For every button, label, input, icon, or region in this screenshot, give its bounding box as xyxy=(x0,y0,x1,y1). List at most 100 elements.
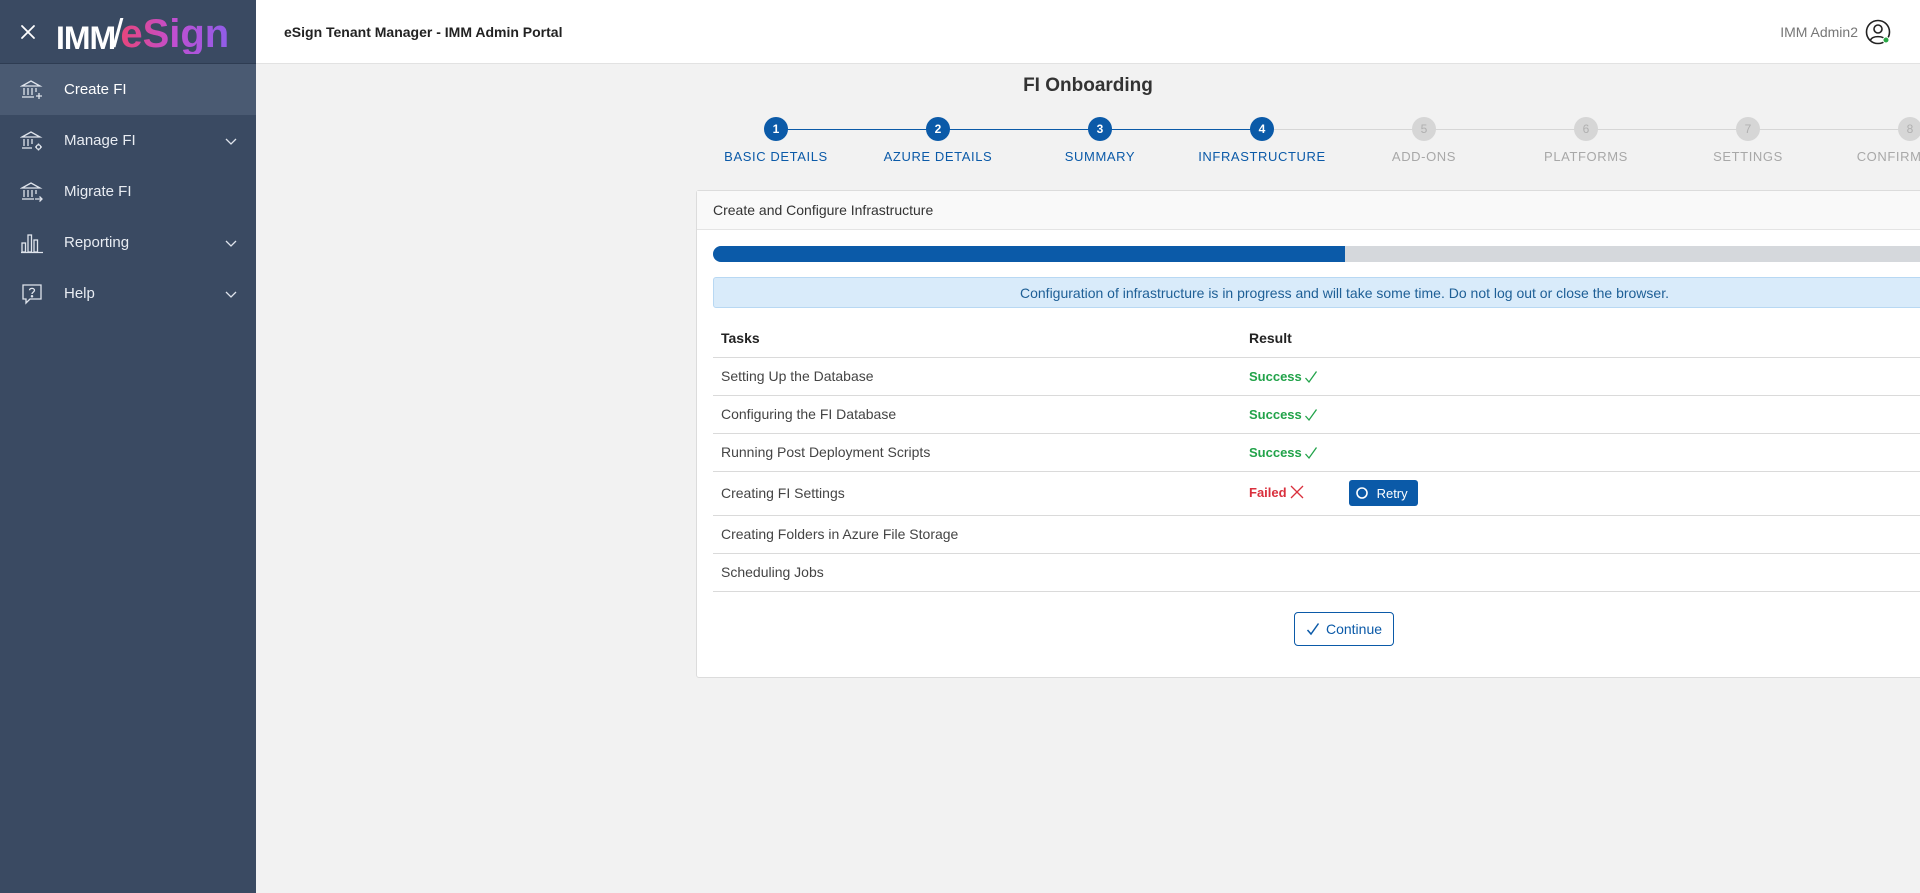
chevron-down-icon xyxy=(225,240,237,247)
sidebar-item-label: Migrate FI xyxy=(64,183,132,200)
sidebar: IMM / eSign Create FI Manage FI Migrate FI Re… xyxy=(0,0,256,893)
bar-chart-icon xyxy=(20,231,44,255)
step-label: AZURE DETAILS xyxy=(883,149,993,164)
step-platforms[interactable]: 6 PLATFORMS xyxy=(1506,114,1666,164)
card-title: Create and Configure Infrastructure xyxy=(697,191,1920,230)
step-label: ADD-ONS xyxy=(1391,149,1457,164)
sidebar-item-create-fi[interactable]: Create FI xyxy=(0,64,256,115)
check-icon xyxy=(1306,623,1320,636)
sidebar-item-manage-fi[interactable]: Manage FI xyxy=(0,115,256,166)
task-name: Running Post Deployment Scripts xyxy=(713,433,1241,472)
step-confirmation[interactable]: 8 CONFIRMATION xyxy=(1830,114,1920,164)
sidebar-header: IMM / eSign xyxy=(0,0,256,64)
top-bar: eSign Tenant Manager - IMM Admin Portal … xyxy=(256,0,1920,64)
task-result: Success xyxy=(1241,395,1920,434)
task-result: Failed Retry xyxy=(1241,471,1920,516)
progress-bar xyxy=(713,246,1920,262)
column-header-tasks: Tasks xyxy=(713,319,1241,358)
page-title: FI Onboarding xyxy=(1023,75,1153,96)
cross-icon xyxy=(1290,485,1304,499)
step-number: 7 xyxy=(1736,117,1760,141)
user-account-icon xyxy=(1865,19,1891,45)
step-label: SUMMARY xyxy=(1064,149,1136,164)
chevron-down-icon xyxy=(225,138,237,145)
check-icon xyxy=(1304,408,1317,421)
step-label: SETTINGS xyxy=(1713,149,1783,164)
task-name: Creating FI Settings xyxy=(713,471,1241,516)
sidebar-item-label: Help xyxy=(64,285,95,302)
retry-label: Retry xyxy=(1376,485,1408,501)
step-number: 4 xyxy=(1250,117,1274,141)
sidebar-nav: Create FI Manage FI Migrate FI Reporting Hel… xyxy=(0,64,256,319)
status-text: Success xyxy=(1249,445,1302,460)
sidebar-item-migrate-fi[interactable]: Migrate FI xyxy=(0,166,256,217)
user-name: IMM Admin2 xyxy=(1780,24,1858,40)
check-icon xyxy=(1304,446,1317,459)
user-menu[interactable]: IMM Admin2 xyxy=(1780,18,1892,46)
continue-button[interactable]: Continue xyxy=(1294,612,1394,646)
step-number: 2 xyxy=(926,117,950,141)
logo-prefix: IMM xyxy=(56,19,116,56)
table-header-row: Tasks Result xyxy=(713,319,1920,358)
sidebar-item-help[interactable]: Help xyxy=(0,268,256,319)
tasks-table: Tasks Result Setting Up the Database Succ… xyxy=(713,319,1920,592)
step-label: PLATFORMS xyxy=(1544,149,1628,164)
sidebar-item-label: Create FI xyxy=(64,81,127,98)
retry-button[interactable]: Retry xyxy=(1348,480,1418,506)
step-number: 1 xyxy=(764,117,788,141)
table-row: Scheduling Jobs xyxy=(713,553,1920,592)
step-basic-details[interactable]: 1 BASIC DETAILS xyxy=(696,114,856,164)
step-number: 6 xyxy=(1574,117,1598,141)
app-logo: IMM / eSign xyxy=(56,0,229,64)
refresh-icon xyxy=(1355,487,1368,499)
status-text: Success xyxy=(1249,407,1302,422)
step-azure-details[interactable]: 2 AZURE DETAILS xyxy=(858,114,1018,164)
status-badge: Success xyxy=(1249,445,1318,460)
sidebar-item-label: Reporting xyxy=(64,234,130,251)
chevron-down-icon xyxy=(225,291,237,298)
task-result: Success xyxy=(1241,433,1920,472)
logo-brand: eSign xyxy=(120,11,230,56)
onboarding-stepper: 1 BASIC DETAILS 2 AZURE DETAILS 3 SUMMARY 4 INF… xyxy=(696,114,1920,174)
check-icon xyxy=(1304,370,1317,383)
step-settings[interactable]: 7 SETTINGS xyxy=(1668,114,1828,164)
table-row: Running Post Deployment Scripts Success xyxy=(713,433,1920,472)
step-number: 5 xyxy=(1412,117,1436,141)
task-result xyxy=(1241,515,1920,554)
status-badge: Failed xyxy=(1249,484,1305,500)
task-name: Scheduling Jobs xyxy=(713,553,1241,592)
sidebar-item-reporting[interactable]: Reporting xyxy=(0,217,256,268)
step-label: CONFIRMATION xyxy=(1856,149,1920,164)
step-number: 8 xyxy=(1898,117,1920,141)
bank-add-icon xyxy=(20,78,44,102)
bank-migrate-icon xyxy=(20,180,44,204)
step-label: BASIC DETAILS xyxy=(724,149,828,164)
close-icon xyxy=(21,24,35,39)
info-alert: Configuration of infrastructure is in pr… xyxy=(713,277,1920,308)
task-name: Creating Folders in Azure File Storage xyxy=(713,515,1241,554)
status-text: Failed xyxy=(1249,484,1287,500)
continue-label: Continue xyxy=(1325,621,1383,637)
main-content: FI Onboarding 1 BASIC DETAILS 2 AZURE DETAI… xyxy=(256,64,1920,893)
column-header-result: Result xyxy=(1241,319,1920,358)
task-result xyxy=(1241,553,1920,592)
status-badge: Success xyxy=(1249,369,1318,384)
step-summary[interactable]: 3 SUMMARY xyxy=(1020,114,1180,164)
progress-fill xyxy=(713,246,1345,262)
task-result: Success xyxy=(1241,357,1920,396)
task-name: Configuring the FI Database xyxy=(713,395,1241,434)
status-badge: Success xyxy=(1249,407,1318,422)
status-text: Success xyxy=(1249,369,1302,384)
step-infrastructure[interactable]: 4 INFRASTRUCTURE xyxy=(1182,114,1342,164)
app-title: eSign Tenant Manager - IMM Admin Portal xyxy=(284,23,563,40)
close-sidebar-button[interactable] xyxy=(0,0,56,64)
table-row: Creating FI Settings Failed Retry xyxy=(713,471,1920,516)
table-row: Configuring the FI Database Success xyxy=(713,395,1920,434)
step-label: INFRASTRUCTURE xyxy=(1198,149,1326,164)
bank-settings-icon xyxy=(20,129,44,153)
step-add-ons[interactable]: 5 ADD-ONS xyxy=(1344,114,1504,164)
help-icon xyxy=(20,282,44,306)
step-number: 3 xyxy=(1088,117,1112,141)
task-name: Setting Up the Database xyxy=(713,357,1241,396)
sidebar-item-label: Manage FI xyxy=(64,132,136,149)
